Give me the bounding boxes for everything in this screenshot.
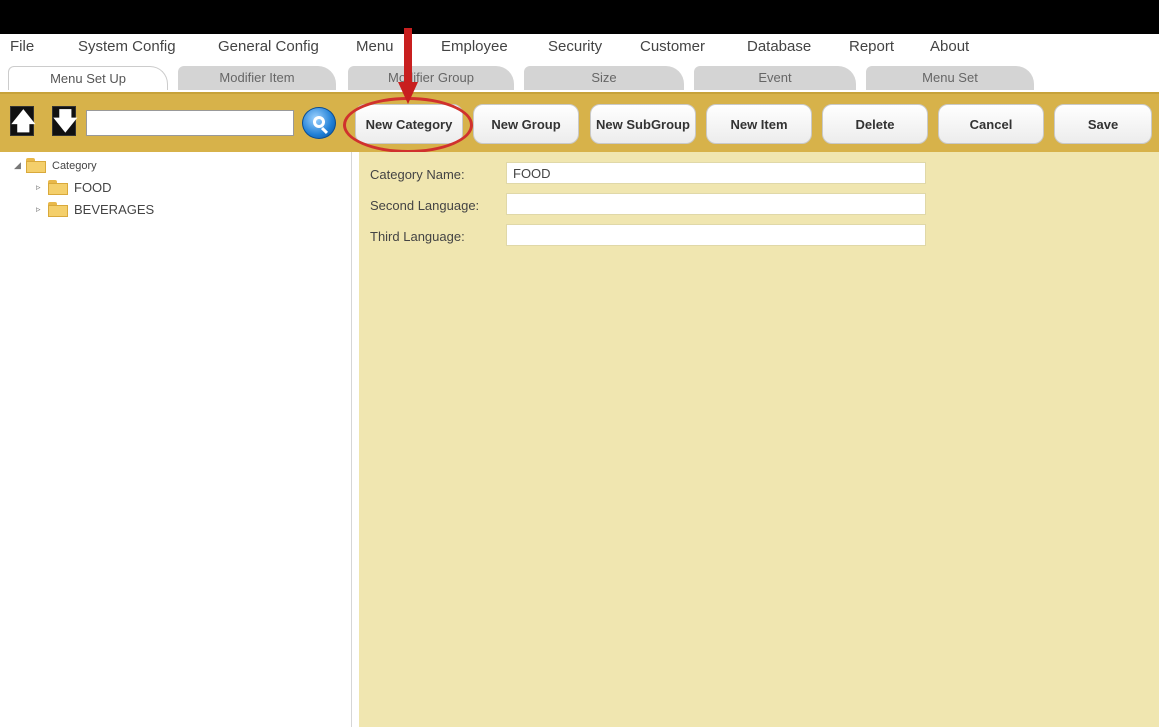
menu-database[interactable]: Database xyxy=(747,38,811,55)
tree-item-food[interactable]: ▹ FOOD xyxy=(36,180,112,195)
category-tree-panel: ◢ Category ▹ FOOD ▹ BEVERAGES xyxy=(0,152,352,727)
tree-item-label: Category xyxy=(52,159,97,172)
new-subgroup-button[interactable]: New SubGroup xyxy=(590,104,696,144)
tree-item-label: FOOD xyxy=(74,180,112,195)
category-form-panel: Category Name: Second Language: Third La… xyxy=(359,152,1159,727)
tree-item-label: BEVERAGES xyxy=(74,202,155,217)
menu-about[interactable]: About xyxy=(930,38,969,55)
expand-triangle-icon[interactable]: ▹ xyxy=(36,182,48,193)
menu-report[interactable]: Report xyxy=(849,38,894,55)
category-name-label: Category Name: xyxy=(370,167,465,182)
folder-icon xyxy=(48,180,68,195)
tree-item-category[interactable]: ◢ Category xyxy=(14,158,97,173)
annotation-arrow-icon xyxy=(398,28,418,110)
search-button[interactable] xyxy=(302,107,336,139)
move-up-button[interactable]: 🡅 xyxy=(10,106,36,136)
new-category-button[interactable]: New Category xyxy=(355,104,463,144)
menu-menu[interactable]: Menu xyxy=(356,38,394,55)
tab-strip: Menu Set Up Modifier Item Modifier Group… xyxy=(0,60,1159,92)
delete-button[interactable]: Delete xyxy=(822,104,928,144)
tab-size[interactable]: Size xyxy=(524,66,684,90)
tab-menu-set[interactable]: Menu Set xyxy=(866,66,1034,90)
third-language-label: Third Language: xyxy=(370,229,465,244)
search-input[interactable] xyxy=(86,110,294,136)
menu-bar: File System Config General Config Menu E… xyxy=(0,34,1159,60)
second-language-label: Second Language: xyxy=(370,198,480,213)
tab-menu-set-up[interactable]: Menu Set Up xyxy=(8,66,168,90)
toolbar: 🡅 🡇 New Category New Group New SubGroup … xyxy=(0,92,1159,152)
window-title-bar xyxy=(0,0,1159,34)
folder-icon xyxy=(48,202,68,217)
third-language-field[interactable] xyxy=(506,224,926,246)
menu-file[interactable]: File xyxy=(10,38,34,55)
tab-modifier-group[interactable]: Modifier Group xyxy=(348,66,514,90)
category-name-field[interactable] xyxy=(506,162,926,184)
new-group-button[interactable]: New Group xyxy=(473,104,579,144)
folder-icon xyxy=(26,158,46,173)
expand-triangle-icon[interactable]: ▹ xyxy=(36,204,48,215)
tab-event[interactable]: Event xyxy=(694,66,856,90)
menu-employee[interactable]: Employee xyxy=(441,38,508,55)
tree-item-beverages[interactable]: ▹ BEVERAGES xyxy=(36,202,154,217)
tab-modifier-item[interactable]: Modifier Item xyxy=(178,66,336,90)
save-button[interactable]: Save xyxy=(1054,104,1152,144)
new-item-button[interactable]: New Item xyxy=(706,104,812,144)
menu-system-config[interactable]: System Config xyxy=(78,38,176,55)
menu-customer[interactable]: Customer xyxy=(640,38,705,55)
collapse-triangle-icon[interactable]: ◢ xyxy=(14,160,26,171)
move-down-button[interactable]: 🡇 xyxy=(52,106,78,136)
menu-security[interactable]: Security xyxy=(548,38,602,55)
menu-general-config[interactable]: General Config xyxy=(218,38,319,55)
cancel-button[interactable]: Cancel xyxy=(938,104,1044,144)
second-language-field[interactable] xyxy=(506,193,926,215)
